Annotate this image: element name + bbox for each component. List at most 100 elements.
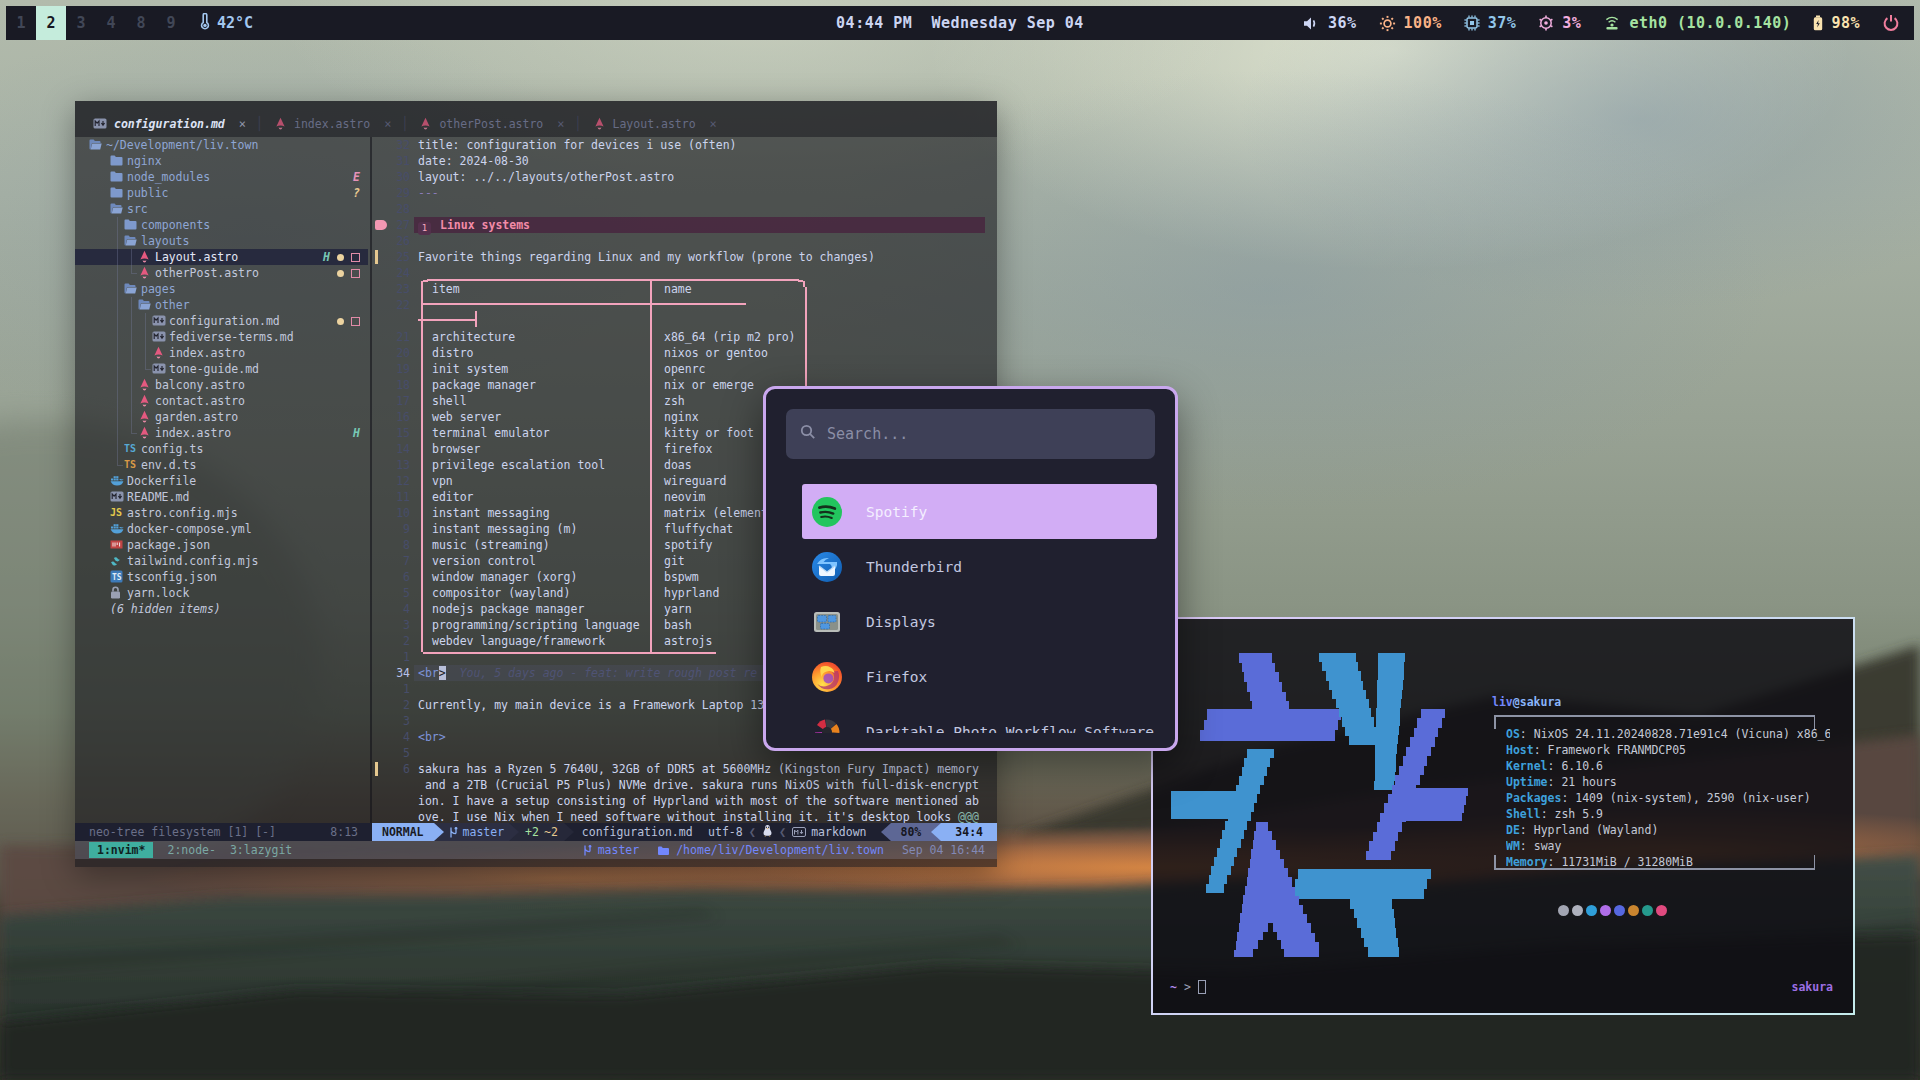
tmux-window-active[interactable]: 1:nvim* [89, 842, 153, 858]
tailwind-icon [110, 554, 123, 567]
editor-line: 271Linux systems [372, 217, 997, 233]
tree-item-Layout.astro[interactable]: Layout.astroH [75, 249, 368, 265]
tab-label: configuration.md [114, 116, 225, 132]
buffer-tab-index.astro[interactable]: index.astro × [270, 110, 401, 137]
folder-icon [657, 845, 670, 856]
astro-icon [593, 117, 606, 130]
table-cell: browser [432, 441, 480, 457]
tree-folder-src[interactable]: src [75, 201, 368, 217]
tab-close-icon[interactable]: × [557, 116, 564, 132]
line-number: 23 [388, 281, 410, 297]
power-module[interactable] [1882, 14, 1900, 32]
tree-item-configuration.md[interactable]: configuration.md [75, 313, 368, 329]
tree-label: nginx [127, 153, 162, 169]
tree-folder-other[interactable]: other [75, 297, 368, 313]
tree-item-config.ts[interactable]: TSconfig.ts [75, 441, 368, 457]
workspace-9[interactable]: 9 [156, 6, 186, 40]
tree-item-tone-guide.md[interactable]: tone-guide.md [75, 361, 368, 377]
buffer-tab-configuration.md[interactable]: configuration.md × [89, 110, 256, 137]
tree-item-package.json[interactable]: package.json [75, 537, 368, 553]
modified-dot-icon [337, 270, 344, 277]
git-status-badge: ? [353, 185, 360, 201]
launcher-item-Firefox[interactable]: Firefox [802, 649, 1157, 704]
tree-item-index.astro[interactable]: index.astroH [75, 425, 368, 441]
indent-guide [132, 273, 137, 274]
tree-item-balcony.astro[interactable]: balcony.astro [75, 377, 368, 393]
launcher-item-Displays[interactable]: Displays [802, 594, 1157, 649]
tree-folder-node_modules[interactable]: node_modulesE [75, 169, 368, 185]
tree-label: contact.astro [155, 393, 245, 409]
file-encoding: utf-8 [708, 824, 743, 840]
line-number: 9 [388, 521, 410, 537]
mode-indicator: NORMAL [372, 823, 434, 841]
table-cell: instant messaging [432, 505, 550, 521]
workspaces: 123489 [6, 6, 186, 40]
markdown-icon [93, 118, 107, 129]
prompt-path: ~ [1170, 979, 1177, 995]
tree-item-contact.astro[interactable]: contact.astro [75, 393, 368, 409]
launcher-item-label: Darktable Photo Workflow Software [866, 724, 1154, 734]
palette-dot [1558, 905, 1569, 916]
tmux-window[interactable]: 3:lazygit [230, 842, 292, 858]
astro-icon [138, 394, 151, 407]
git-status-badge: E [353, 169, 360, 185]
launcher-item-Spotify[interactable]: Spotify [802, 484, 1157, 539]
fetch-field-OS: OS: NixOS 24.11.20240828.71e91c4 (Vicuna… [1506, 726, 1830, 742]
shell-prompt[interactable]: ~ > [1170, 979, 1206, 995]
fetch-field-label: Packages [1506, 791, 1561, 805]
buffer-tab-Layout.astro[interactable]: Layout.astro× [589, 110, 727, 137]
tree-label: otherPost.astro [155, 265, 259, 281]
tree-item-Dockerfile[interactable]: Dockerfile [75, 473, 368, 489]
launcher-item-Thunderbird[interactable]: Thunderbird [802, 539, 1157, 594]
workspace-2[interactable]: 2 [36, 6, 66, 40]
editor-line: 6sakura has a Ryzen 5 7640U, 32GB of DDR… [372, 761, 997, 777]
tree-item-docker-compose.yml[interactable]: docker-compose.yml [75, 521, 368, 537]
line-number: 15 [388, 425, 410, 441]
neotree-status-label: neo-tree filesystem [1] [-] [89, 824, 276, 840]
git-status-badge: H [323, 249, 330, 265]
tree-folder-nginx[interactable]: nginx [75, 153, 368, 169]
tree-folder-layouts[interactable]: layouts [75, 233, 368, 249]
cpu-icon [1464, 15, 1480, 31]
tree-item-yarn.lock[interactable]: yarn.lock [75, 585, 368, 601]
table-cell: x86_64 (rip m2 pro) [664, 329, 796, 345]
tree-item-README.md[interactable]: README.md [75, 489, 368, 505]
tree-folder-public[interactable]: public? [75, 185, 368, 201]
tab-divider: ▏ [401, 116, 415, 132]
tree-item-fediverse-terms.md[interactable]: fediverse-terms.md [75, 329, 368, 345]
tree-item-index.astro[interactable]: index.astro [75, 345, 368, 361]
buffer-tab-otherPost.astro[interactable]: otherPost.astro× [415, 110, 574, 137]
fetch-field-value: : Framework FRANMDCP05 [1534, 743, 1686, 757]
tab-close-icon[interactable]: × [710, 116, 717, 132]
table-cell: distro [432, 345, 474, 361]
editor-line: 20distronixos or gentoo [372, 345, 997, 361]
tmux-window[interactable]: 2:node- [167, 842, 215, 858]
tree-item-tailwind.config.mjs[interactable]: tailwind.config.mjs [75, 553, 368, 569]
network-icon [1603, 16, 1621, 30]
workspace-8[interactable]: 8 [126, 6, 156, 40]
workspace-1[interactable]: 1 [6, 6, 36, 40]
workspace-4[interactable]: 4 [96, 6, 126, 40]
tab-close-icon[interactable]: × [239, 116, 246, 132]
launcher-item-Darktable Photo Workflow Software[interactable]: Darktable Photo Workflow Software [802, 704, 1157, 733]
table-cell: terminal emulator [432, 425, 550, 441]
powerline-arrow [509, 823, 519, 841]
tree-folder-pages[interactable]: pages [75, 281, 368, 297]
tree-item-garden.astro[interactable]: garden.astro [75, 409, 368, 425]
tree-folder-~/Development/liv.town[interactable]: ~/Development/liv.town [75, 137, 368, 153]
tree-folder-components[interactable]: components [75, 217, 368, 233]
workspace-3[interactable]: 3 [66, 6, 96, 40]
tree-item-tsconfig.json[interactable]: TStsconfig.json [75, 569, 368, 585]
line-number: 17 [388, 393, 410, 409]
editor-line: 30layout: ../../layouts/otherPost.astro [372, 169, 997, 185]
tree-label: ~/Development/liv.town [106, 137, 258, 153]
volume-value: 36% [1328, 14, 1357, 32]
table-cell: zsh [664, 393, 685, 409]
tab-close-icon[interactable]: × [384, 116, 391, 132]
filetype-label: markdown [811, 824, 866, 840]
tab-label: index.astro [294, 116, 370, 132]
table-cell: shell [432, 393, 467, 409]
table-cell: nix or emerge [664, 377, 754, 393]
tree-item-otherPost.astro[interactable]: otherPost.astro [75, 265, 368, 281]
tree-item-astro.config.mjs[interactable]: JSastro.config.mjs [75, 505, 368, 521]
